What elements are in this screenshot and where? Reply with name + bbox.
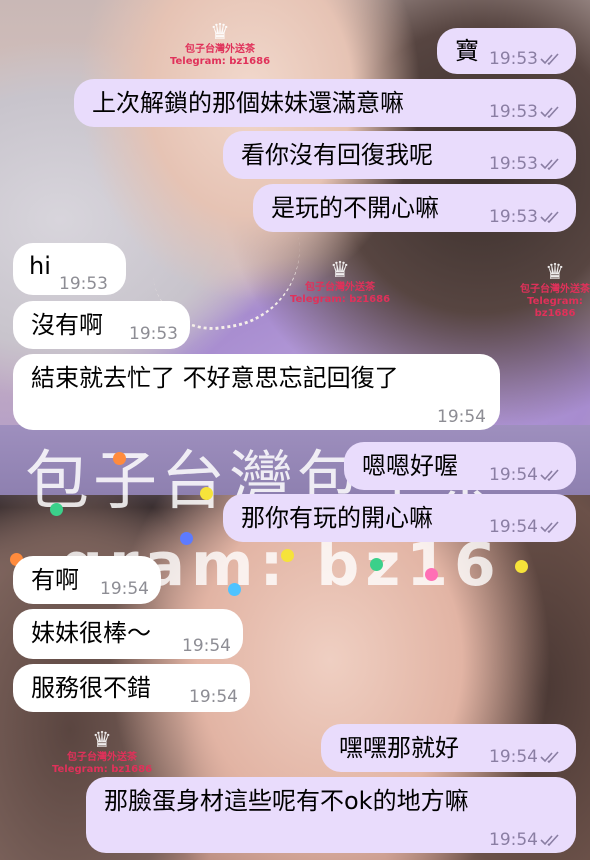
- crown-icon: ♛: [92, 728, 112, 753]
- message-time: 19:53: [59, 274, 108, 294]
- message-meta: 19:53: [129, 319, 178, 349]
- watermark-stamp-handle: Telegram: bz1686: [527, 296, 583, 319]
- message-text: 結束就去忙了 不好意思忘記回復了: [31, 364, 399, 392]
- watermark-stamp-handle: Telegram: bz1686: [52, 764, 153, 775]
- watermark-stamp-title: 包子台灣外送茶: [305, 282, 376, 293]
- incoming-message[interactable]: 服務很不錯 19:54: [13, 664, 250, 712]
- watermark-stamp-title: 包子台灣外送茶: [520, 284, 590, 295]
- watermark-stamp-title: 包子台灣外送茶: [185, 44, 256, 55]
- read-checkmark-icon: [540, 520, 564, 534]
- watermark-stamp: ♛ 包子台灣外送茶 Telegram: bz1686: [290, 260, 390, 306]
- read-checkmark-icon: [540, 157, 564, 171]
- message-meta: 19:54: [489, 742, 564, 772]
- message-meta: 19:54: [489, 512, 564, 542]
- message-text: 嗯嗯好喔: [362, 452, 458, 480]
- incoming-message[interactable]: hi 19:53: [13, 243, 126, 295]
- incoming-message[interactable]: 妹妹很棒～ 19:54: [13, 609, 243, 659]
- confetti-dot: [180, 532, 193, 545]
- message-meta: 19:54: [489, 460, 564, 490]
- watermark-stamp-title: 包子台灣外送茶: [67, 752, 138, 763]
- message-meta: 19:54: [189, 682, 238, 712]
- crown-icon: ♛: [545, 260, 565, 285]
- read-checkmark-icon: [540, 468, 564, 482]
- message-text: 沒有啊: [31, 311, 103, 339]
- read-checkmark-icon: [540, 833, 564, 847]
- outgoing-message[interactable]: 是玩的不開心嘛 19:53: [253, 184, 576, 232]
- outgoing-message[interactable]: 那臉蛋身材這些呢有不ok的地方嘛 19:54: [86, 777, 576, 853]
- confetti-dot: [50, 503, 63, 516]
- message-meta: 19:53: [489, 97, 564, 127]
- message-time: 19:54: [100, 579, 149, 599]
- watermark-stamp: ♛ 包子台灣外送茶 Telegram: bz1686: [520, 262, 590, 320]
- crown-icon: ♛: [330, 258, 350, 283]
- message-text: 上次解鎖的那個妹妹還滿意嘛: [92, 89, 404, 117]
- message-meta: 19:53: [59, 269, 108, 299]
- message-text: 有啊: [31, 566, 79, 594]
- outgoing-message[interactable]: 嗯嗯好喔 19:54: [344, 442, 576, 490]
- message-time: 19:54: [437, 407, 486, 427]
- outgoing-message[interactable]: 那你有玩的開心嘛 19:54: [223, 494, 576, 542]
- message-time: 19:54: [489, 465, 538, 485]
- incoming-message[interactable]: 結束就去忙了 不好意思忘記回復了 19:54: [13, 354, 500, 430]
- watermark-stamp-handle: Telegram: bz1686: [170, 56, 271, 67]
- confetti-dot: [425, 568, 438, 581]
- message-text: 那臉蛋身材這些呢有不ok的地方嘛: [104, 787, 469, 815]
- message-text: 寶: [455, 37, 479, 65]
- outgoing-message[interactable]: 上次解鎖的那個妹妹還滿意嘛 19:53: [74, 79, 576, 127]
- read-checkmark-icon: [540, 210, 564, 224]
- watermark-stamp-handle: Telegram: bz1686: [290, 294, 391, 305]
- message-text: hi: [29, 252, 51, 280]
- incoming-message[interactable]: 沒有啊 19:53: [13, 301, 190, 349]
- read-checkmark-icon: [540, 750, 564, 764]
- confetti-dot: [515, 560, 528, 573]
- message-time: 19:53: [489, 102, 538, 122]
- message-meta: 19:53: [489, 202, 564, 232]
- message-text: 那你有玩的開心嘛: [241, 504, 433, 532]
- message-time: 19:53: [489, 207, 538, 227]
- message-meta: 19:53: [489, 44, 564, 74]
- confetti-dot: [370, 558, 383, 571]
- message-text: 妹妹很棒～: [31, 619, 151, 647]
- message-time: 19:53: [129, 324, 178, 344]
- confetti-dot: [200, 487, 213, 500]
- message-meta: 19:54: [182, 631, 231, 661]
- message-text: 看你沒有回復我呢: [241, 141, 433, 169]
- read-checkmark-icon: [540, 52, 564, 66]
- message-time: 19:54: [182, 636, 231, 656]
- outgoing-message[interactable]: 看你沒有回復我呢 19:53: [223, 131, 576, 179]
- message-time: 19:54: [189, 687, 238, 707]
- message-time: 19:53: [489, 154, 538, 174]
- message-time: 19:54: [489, 517, 538, 537]
- message-time: 19:54: [489, 747, 538, 767]
- message-text: 嘿嘿那就好: [339, 734, 459, 762]
- message-meta: 19:54: [100, 574, 149, 604]
- message-meta: 19:54: [489, 825, 564, 855]
- message-text: 是玩的不開心嘛: [271, 194, 439, 222]
- message-meta: 19:53: [489, 149, 564, 179]
- confetti-dot: [228, 583, 241, 596]
- message-text: 服務很不錯: [31, 674, 151, 702]
- read-checkmark-icon: [540, 105, 564, 119]
- watermark-stamp: ♛ 包子台灣外送茶 Telegram: bz1686: [52, 730, 152, 776]
- message-meta: 19:54: [437, 402, 486, 432]
- message-time: 19:54: [489, 830, 538, 850]
- message-time: 19:53: [489, 49, 538, 69]
- confetti-dot: [113, 452, 126, 465]
- outgoing-message[interactable]: 寶 19:53: [437, 28, 576, 74]
- incoming-message[interactable]: 有啊 19:54: [13, 556, 161, 604]
- outgoing-message[interactable]: 嘿嘿那就好 19:54: [321, 724, 576, 772]
- crown-icon: ♛: [210, 20, 230, 45]
- confetti-dot: [281, 549, 294, 562]
- watermark-stamp: ♛ 包子台灣外送茶 Telegram: bz1686: [170, 22, 270, 68]
